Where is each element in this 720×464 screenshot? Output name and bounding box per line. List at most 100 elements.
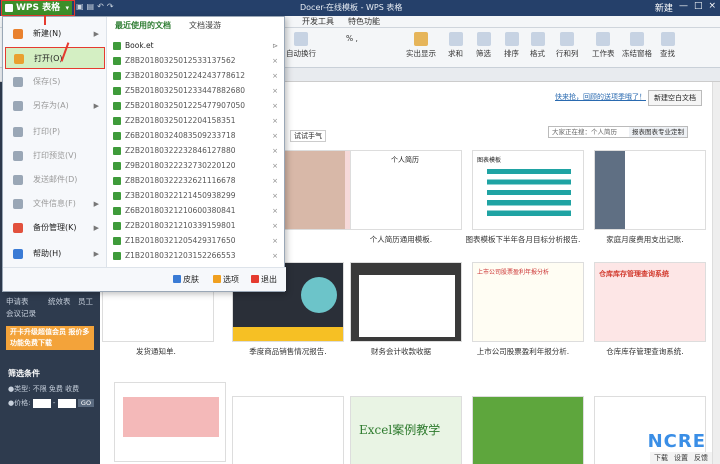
- spreadsheet-icon: [113, 207, 121, 215]
- format-button[interactable]: 格式: [530, 32, 545, 59]
- close-button[interactable]: ×: [708, 1, 716, 14]
- template-search[interactable]: 大家正在搜：个人简历 报表图表专业定制: [548, 126, 688, 138]
- recent-file-item[interactable]: Z2B20180321210339159801 ×: [113, 219, 278, 233]
- maximize-button[interactable]: □: [694, 1, 703, 14]
- skin-label: 皮肤: [183, 275, 199, 284]
- recent-file-item[interactable]: Z5B2018032501233447882680 ×: [113, 84, 278, 98]
- promo-link[interactable]: 快来抢，回顾的送项季哦了！: [555, 92, 646, 102]
- spreadsheet-icon: [113, 222, 121, 230]
- pin-icon[interactable]: ⊳: [272, 39, 278, 53]
- recent-file-item[interactable]: Z3B2018032501224243778612 ×: [113, 69, 278, 83]
- exit-label: 退出: [261, 275, 277, 284]
- link-performance[interactable]: 统效表: [48, 296, 71, 307]
- link-meeting[interactable]: 会议记录: [6, 308, 36, 319]
- template-tile[interactable]: 仓库库存管理查询系统: [594, 262, 706, 342]
- new-blank-doc-button[interactable]: 新建空白文档: [648, 90, 702, 106]
- recent-file-item[interactable]: Z3B20180322121450938299 ×: [113, 189, 278, 203]
- search-tag[interactable]: 报表图表专业定制: [629, 127, 687, 137]
- recent-file-name: Z3B2018032501224243778612: [125, 71, 246, 80]
- remove-icon[interactable]: ×: [272, 69, 278, 83]
- recent-file-item[interactable]: Z1B20180321205429317650 ×: [113, 234, 278, 248]
- remove-icon[interactable]: ×: [272, 129, 278, 143]
- download-button[interactable]: 下载: [654, 453, 668, 463]
- link-application[interactable]: 申请表: [6, 296, 29, 307]
- try-luck-tab[interactable]: 试试手气: [290, 130, 326, 142]
- recent-file-item[interactable]: Z8B20180322232621116678 ×: [113, 174, 278, 188]
- recent-file-item[interactable]: Z8B20180325012533137562 ×: [113, 54, 278, 68]
- remove-icon[interactable]: ×: [272, 174, 278, 188]
- find-button[interactable]: 查找: [660, 32, 675, 59]
- price-max-input[interactable]: [57, 398, 76, 408]
- remove-icon[interactable]: ×: [272, 189, 278, 203]
- template-tile[interactable]: [472, 396, 584, 464]
- menu-item[interactable]: 另存为(A) ▶: [5, 95, 105, 117]
- recent-file-item[interactable]: Z2B20180322232846127880 ×: [113, 144, 278, 158]
- remove-icon[interactable]: ×: [272, 114, 278, 128]
- menu-item[interactable]: 打开(O): [5, 47, 105, 69]
- remove-icon[interactable]: ×: [272, 234, 278, 248]
- menu-item[interactable]: 打印预览(V): [5, 145, 105, 167]
- rows-cols-button[interactable]: 行和列: [556, 32, 579, 59]
- recent-docs-tab[interactable]: 最近使用的文档: [115, 20, 171, 31]
- menu-item[interactable]: 保存(S): [5, 71, 105, 93]
- remove-icon[interactable]: ×: [272, 99, 278, 113]
- recent-file-item[interactable]: Book.et ⊳: [113, 39, 278, 53]
- spreadsheet-icon: [113, 102, 121, 110]
- worksheet-button[interactable]: 工作表: [592, 32, 615, 59]
- link-staff[interactable]: 员工: [78, 296, 93, 307]
- menu-item-label: 发送邮件(D): [33, 175, 78, 184]
- remove-icon[interactable]: ×: [272, 249, 278, 263]
- recent-file-item[interactable]: Z6B20180324083509233718 ×: [113, 129, 278, 143]
- freeze-button[interactable]: 冻结窗格: [622, 32, 652, 59]
- highlight-button[interactable]: 实出显示: [406, 32, 436, 59]
- quick-access-toolbar[interactable]: ▣▤↶↷: [76, 2, 117, 11]
- menu-item[interactable]: 帮助(H) ▶: [5, 243, 105, 265]
- doc-roaming-tab[interactable]: 文档漫游: [189, 20, 221, 31]
- skin-button[interactable]: 皮肤: [173, 274, 199, 285]
- recent-file-item[interactable]: Z5B2018032501225477907050 ×: [113, 99, 278, 113]
- settings-button[interactable]: 设置: [674, 453, 688, 463]
- remove-icon[interactable]: ×: [272, 204, 278, 218]
- template-tile[interactable]: [114, 382, 226, 462]
- recent-file-item[interactable]: Z2B20180325012204158351 ×: [113, 114, 278, 128]
- options-button[interactable]: 选项: [213, 274, 239, 285]
- template-tile[interactable]: [594, 150, 706, 230]
- recent-file-item[interactable]: Z1B20180321203152266553 ×: [113, 249, 278, 263]
- recent-file-item[interactable]: Z6B20180321210600380841 ×: [113, 204, 278, 218]
- template-tile[interactable]: [232, 396, 344, 464]
- percent-format[interactable]: % ,: [346, 34, 358, 43]
- exit-button[interactable]: 退出: [251, 274, 277, 285]
- promo-banner[interactable]: 开卡升级超值会员 报价多功能免费下载: [6, 326, 94, 350]
- menu-item[interactable]: 新建(N) ▶: [5, 23, 105, 45]
- tab-developer[interactable]: 开发工具: [302, 16, 334, 28]
- remove-icon[interactable]: ×: [272, 219, 278, 233]
- recent-file-item[interactable]: Z9B20180322232730220120 ×: [113, 159, 278, 173]
- remove-icon[interactable]: ×: [272, 159, 278, 173]
- sort-button[interactable]: 排序: [504, 32, 519, 59]
- go-button[interactable]: GO: [77, 399, 95, 407]
- wrap-text-button[interactable]: 自动换行: [286, 32, 316, 59]
- menu-item[interactable]: 发送邮件(D): [5, 169, 105, 191]
- remove-icon[interactable]: ×: [272, 144, 278, 158]
- remove-icon[interactable]: ×: [272, 84, 278, 98]
- remove-icon[interactable]: ×: [272, 54, 278, 68]
- recent-file-name: Z1B20180321203152266553: [125, 251, 236, 260]
- menu-item[interactable]: 文件信息(F) ▶: [5, 193, 105, 215]
- minimize-button[interactable]: —: [679, 1, 688, 14]
- template-tile[interactable]: 个人简历: [350, 150, 462, 230]
- template-tile[interactable]: 上市公司股票盈利年报分析: [472, 262, 584, 342]
- filter-type[interactable]: ●类型: 不限 免费 收费: [8, 384, 79, 394]
- new-user-button[interactable]: 新建: [655, 1, 673, 14]
- tab-features[interactable]: 特色功能: [348, 16, 380, 28]
- sum-button[interactable]: 求和: [448, 32, 463, 59]
- vertical-scrollbar[interactable]: [712, 82, 720, 464]
- feedback-button[interactable]: 反馈: [694, 453, 708, 463]
- template-tile[interactable]: 图表模板: [472, 150, 584, 230]
- filter-button[interactable]: 筛选: [476, 32, 491, 59]
- menu-item[interactable]: 备份管理(K) ▶: [5, 217, 105, 239]
- template-tile[interactable]: [350, 262, 462, 342]
- highlight-box: [1, 0, 75, 16]
- template-tile[interactable]: Excel案例教学: [350, 396, 462, 464]
- price-min-input[interactable]: [32, 398, 51, 408]
- menu-item[interactable]: 打印(P): [5, 121, 105, 143]
